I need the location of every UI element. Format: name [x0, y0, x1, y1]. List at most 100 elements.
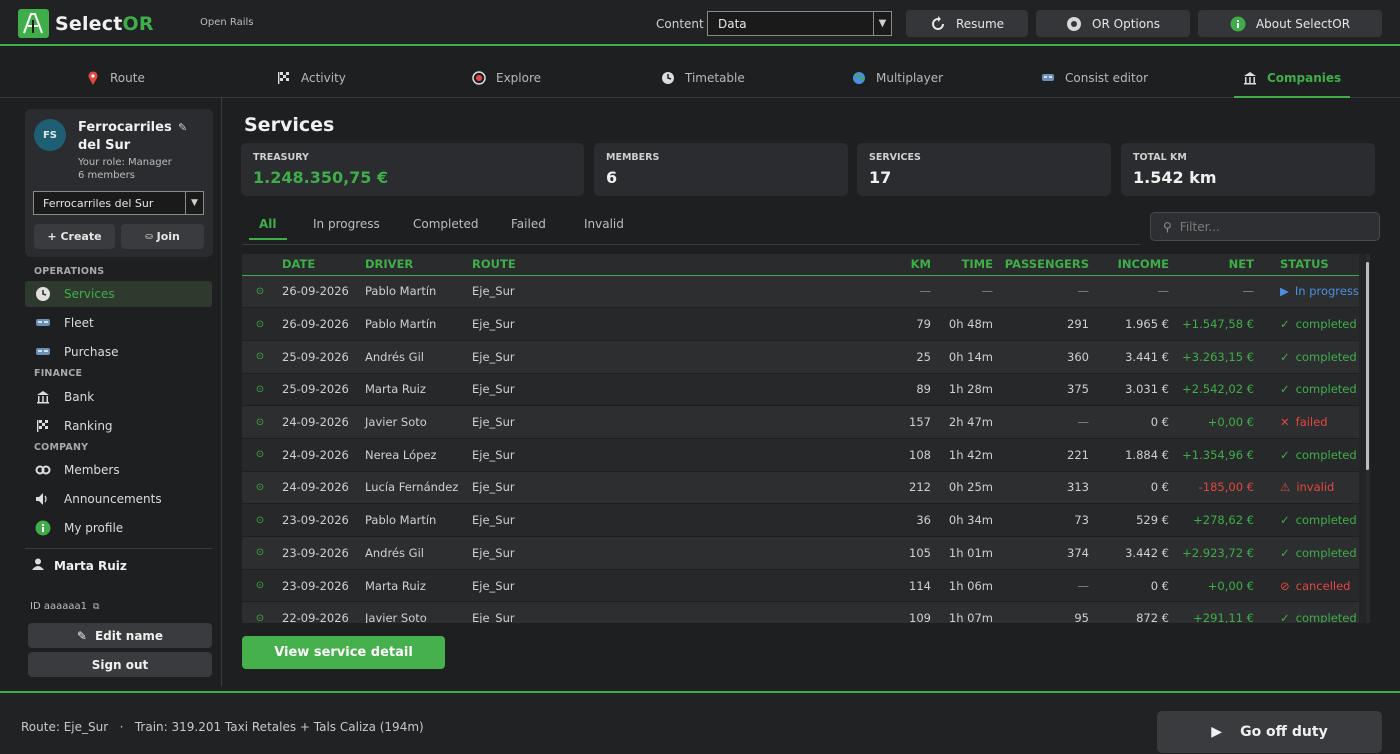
- copy-icon[interactable]: ⧉: [93, 602, 99, 612]
- table-row[interactable]: ⊙ 26-09-2026 Pablo Martín Eje_Sur — — — — — ▶ In p…: [242, 275, 1359, 308]
- cell-route: Eje_Sur: [472, 349, 515, 364]
- row-indicator-icon: ⊙: [255, 285, 265, 297]
- tab-consist-editor[interactable]: Consist editor: [1041, 58, 1148, 98]
- cell-driver: Andrés Gil: [365, 545, 424, 560]
- sidebar-item-ranking[interactable]: Ranking: [25, 413, 212, 439]
- table-row[interactable]: ⊙ 26-09-2026 Pablo Martín Eje_Sur 79 0h 48m 29…: [242, 307, 1359, 341]
- table-scrollbar[interactable]: [1366, 254, 1370, 623]
- table-row[interactable]: ⊙ 23-09-2026 Pablo Martín Eje_Sur 36 0h 34m 73…: [242, 503, 1359, 537]
- content-select[interactable]: Data ▼: [707, 11, 892, 36]
- cell-time: 0h 25m: [948, 480, 993, 495]
- cell-driver: Pablo Martín: [365, 513, 437, 528]
- building-icon: [1243, 71, 1257, 85]
- top-bar: SelectOR Open Rails Content Data ▼ Resum…: [0, 0, 1400, 46]
- col-passengers[interactable]: PASSENGERS: [997, 254, 1093, 275]
- cell-net: +0,00 €: [1207, 415, 1254, 430]
- table-row[interactable]: ⊙ 25-09-2026 Marta Ruiz Eje_Sur 89 1h 28m 375 3…: [242, 373, 1359, 406]
- sidebar-item-purchase[interactable]: Purchase: [25, 339, 212, 365]
- filter-field[interactable]: ⚲: [1150, 212, 1380, 241]
- table-row[interactable]: ⊙ 24-09-2026 Nerea López Eje_Sur 108 1h 42m 22…: [242, 438, 1359, 472]
- go-off-duty-button[interactable]: ▶ Go off duty: [1157, 711, 1382, 753]
- filter-tab-invalid[interactable]: Invalid: [584, 208, 624, 240]
- filter-tab-all[interactable]: All: [249, 208, 286, 240]
- col-time[interactable]: TIME: [935, 254, 997, 275]
- edit-name-button[interactable]: ✎ Edit name: [28, 623, 212, 648]
- col-income[interactable]: INCOME: [1093, 254, 1173, 275]
- cell-driver: Javier Soto: [365, 611, 427, 623]
- cell-route: Eje_Sur: [472, 611, 515, 623]
- train-icon: [35, 344, 51, 360]
- sign-out-label: Sign out: [91, 657, 149, 672]
- tab-activity[interactable]: Activity: [277, 58, 346, 98]
- sidebar-item-bank[interactable]: Bank: [25, 384, 212, 410]
- sidebar-item-announcements[interactable]: Announcements: [25, 486, 212, 512]
- cell-income: 872 €: [1136, 611, 1169, 623]
- stat-label: TREASURY: [253, 152, 309, 163]
- sign-out-button[interactable]: Sign out: [28, 652, 212, 677]
- table-row[interactable]: ⊙ 23-09-2026 Andrés Gil Eje_Sur 105 1h 01m 374…: [242, 536, 1359, 570]
- view-service-detail-button[interactable]: View service detail: [242, 636, 445, 669]
- status-completed-icon: ✓: [1280, 545, 1290, 560]
- sidebar-item-fleet[interactable]: Fleet: [25, 310, 212, 336]
- main-tabs: Route Activity Explore Timetable Multipl…: [0, 58, 1400, 98]
- cell-passengers: 221: [1067, 447, 1089, 462]
- cell-income: 1.884 €: [1125, 447, 1169, 462]
- col-km[interactable]: KM: [863, 254, 935, 275]
- status-cancelled-icon: ⊘: [1280, 578, 1290, 593]
- cell-time: —: [981, 284, 994, 299]
- col-icon: [242, 254, 278, 275]
- table-row[interactable]: ⊙ 23-09-2026 Marta Ruiz Eje_Sur 114 1h 06m — 0 …: [242, 569, 1359, 602]
- stat-label: MEMBERS: [606, 152, 660, 163]
- company-select[interactable]: Ferrocarriles del Sur ▼: [33, 191, 204, 215]
- resume-button[interactable]: Resume: [906, 10, 1028, 37]
- row-indicator-icon: ⊙: [255, 514, 265, 526]
- tab-route[interactable]: Route: [86, 58, 145, 98]
- join-company-button[interactable]: ⛀ Join: [121, 224, 204, 249]
- filter-input[interactable]: [1179, 219, 1360, 234]
- filter-tab-in-progress[interactable]: In progress: [313, 208, 380, 240]
- pencil-icon[interactable]: ✎: [178, 121, 187, 134]
- cell-route: Eje_Sur: [472, 447, 515, 462]
- table-row[interactable]: ⊙ 24-09-2026 Lucía Fernández Eje_Sur 212 0h 2…: [242, 471, 1359, 504]
- sidebar-item-services[interactable]: Services: [25, 281, 212, 307]
- col-driver[interactable]: DRIVER: [361, 254, 468, 275]
- sidebar-item-members[interactable]: Members: [25, 457, 212, 483]
- table-row[interactable]: ⊙ 25-09-2026 Andrés Gil Eje_Sur 25 0h 14m 360 3…: [242, 340, 1359, 374]
- col-date[interactable]: DATE: [278, 254, 361, 275]
- cell-status: ✓ completed: [1258, 308, 1359, 341]
- tab-companies[interactable]: Companies: [1233, 58, 1351, 98]
- tab-explore[interactable]: Explore: [472, 58, 541, 98]
- app-logo: [18, 9, 49, 38]
- or-options-button[interactable]: OR Options: [1036, 10, 1190, 37]
- cell-passengers: 375: [1067, 382, 1089, 397]
- cell-income: 0 €: [1150, 480, 1169, 495]
- scrollbar-thumb[interactable]: [1366, 262, 1369, 470]
- cell-time: 1h 01m: [948, 545, 993, 560]
- cell-income: 0 €: [1150, 578, 1169, 593]
- clock-icon: [35, 286, 51, 302]
- filter-tab-failed[interactable]: Failed: [511, 208, 546, 240]
- filter-tab-completed[interactable]: Completed: [413, 208, 478, 240]
- bank-icon: [35, 389, 51, 405]
- cell-km: 105: [909, 545, 931, 560]
- cell-km: 108: [909, 447, 931, 462]
- cell-route: Eje_Sur: [472, 545, 515, 560]
- pencil-icon: ✎: [76, 628, 87, 643]
- col-net[interactable]: NET: [1173, 254, 1258, 275]
- search-icon: ⚲: [1163, 219, 1172, 234]
- col-route[interactable]: ROUTE: [468, 254, 863, 275]
- about-button[interactable]: About SelectOR: [1198, 10, 1382, 37]
- sidebar-item-label: Ranking: [64, 419, 113, 433]
- create-company-button[interactable]: + Create: [34, 224, 115, 249]
- tab-timetable[interactable]: Timetable: [661, 58, 745, 98]
- col-status[interactable]: STATUS: [1258, 254, 1359, 275]
- sidebar-item-my-profile[interactable]: My profile: [25, 515, 212, 541]
- table-row[interactable]: ⊙ 24-09-2026 Javier Soto Eje_Sur 157 2h 47m — 0…: [242, 405, 1359, 439]
- tab-multiplayer[interactable]: Multiplayer: [852, 58, 943, 98]
- cell-km: 89: [916, 382, 931, 397]
- clock-icon: [661, 71, 675, 85]
- speaker-icon: [35, 491, 51, 507]
- stat-members: MEMBERS 6: [594, 143, 848, 196]
- table-row[interactable]: ⊙ 22-09-2026 Javier Soto Eje_Sur 109 1h 07m 95…: [242, 601, 1359, 623]
- cell-status: ✓ completed: [1258, 340, 1359, 373]
